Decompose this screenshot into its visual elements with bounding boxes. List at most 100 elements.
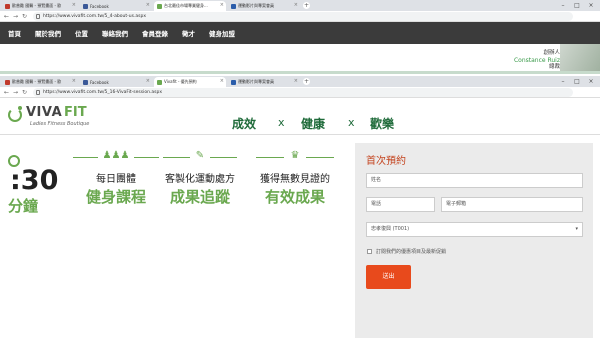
nav-franchise[interactable]: 健身加盟 (209, 28, 235, 38)
founder-title: 創辦人 (543, 50, 560, 56)
browser-tab[interactable]: 運動影片與專案會員 × (228, 1, 300, 11)
founder-photo (560, 44, 600, 74)
close-icon[interactable]: × (294, 78, 298, 84)
close-icon[interactable]: × (72, 2, 76, 8)
trophy-icon: ♛ (284, 150, 306, 164)
email-input[interactable]: 電子郵箱 (441, 197, 583, 212)
feature-2-line1: 客製化運動處方 (165, 174, 235, 185)
nav-contact[interactable]: 聯絡我們 (102, 28, 128, 38)
form-title: 首次預約 (366, 156, 406, 167)
url-field[interactable]: https://www.vivafit.com.tw/5_4-about-us.… (33, 12, 573, 21)
lock-icon (36, 14, 40, 19)
lock-icon (36, 90, 40, 95)
tab-label: 運動影片與專案會員 (238, 3, 274, 8)
submit-button[interactable]: 送出 (366, 265, 411, 289)
top-tab-bar: 歐普勵 國醫 - 預覽畫面 - 歐 × Facebook × 台北最佳市場專業健身.… (0, 0, 600, 11)
browser-tab[interactable]: 歐普勵 國醫 - 預覽畫面 - 歐 × (2, 1, 78, 11)
nav-careers[interactable]: 徵才 (182, 28, 195, 38)
site-nav: 首頁 關於我們 位置 聯絡我們 會員登錄 徵才 健身加盟 (0, 22, 600, 44)
slogan-results: 成效 (232, 117, 257, 131)
bottom-tab-bar: 歐普勵 國醫 - 預覽畫面 - 歐 × Facebook × Vivafit - 優… (0, 76, 600, 87)
slogan-health: 健康 (301, 117, 326, 131)
slogan-joy: 歡樂 (370, 117, 395, 131)
logo-fit[interactable]: FIT (64, 105, 87, 120)
facebook-icon (83, 4, 88, 9)
favicon-icon (157, 4, 162, 9)
slogan-separator: x (348, 116, 355, 129)
favicon-icon (157, 80, 162, 85)
logo-viva[interactable]: VIVA (26, 105, 62, 120)
phone-input[interactable]: 電話 (366, 197, 435, 212)
minimize-icon[interactable]: – (556, 76, 570, 87)
founder-role: 總裁 (548, 64, 560, 70)
tab-label: 歐普勵 國醫 - 預覽畫面 - 歐 (12, 3, 62, 8)
divider (0, 71, 600, 74)
browser-tab[interactable]: 歐普勵 國醫 - 預覽畫面 - 歐 × (2, 77, 78, 87)
tab-label: Facebook (90, 3, 109, 9)
close-window-icon[interactable]: × (584, 0, 598, 11)
browser-tab[interactable]: Facebook × (80, 77, 152, 87)
feature-1-line1: 每日團體 (96, 174, 136, 185)
new-tab-button[interactable]: + (303, 78, 310, 85)
logo-tagline: Ladies Fitness Boutique (30, 121, 90, 127)
logo-dot-icon (18, 106, 22, 110)
favicon-icon (5, 4, 10, 9)
top-address-bar: ← → ↻ https://www.vivafit.com.tw/5_4-abo… (0, 11, 600, 22)
chevron-down-icon: ▾ (575, 226, 578, 232)
nav-about[interactable]: 關於我們 (35, 28, 61, 38)
feature-2-line2: 成果追蹤 (169, 188, 230, 206)
url-field[interactable]: https://www.vivafit.com.tw/5_16-VivaFit-… (33, 88, 573, 97)
close-icon[interactable]: × (220, 78, 224, 84)
back-icon[interactable]: ← (4, 12, 9, 21)
new-tab-button[interactable]: + (303, 2, 310, 9)
founder-info: 創辦人 Constance Ruiz 總裁 (514, 50, 560, 71)
browser-tab-active[interactable]: Vivafit - 優先預約 × (154, 77, 226, 87)
feature-1-line2: 健身課程 (85, 188, 146, 206)
browser-tab[interactable]: Facebook × (80, 1, 152, 11)
url-text: https://www.vivafit.com.tw/5_4-about-us.… (43, 14, 147, 19)
location-select[interactable]: 忠孝復興 (T001) ▾ (366, 222, 583, 237)
close-icon[interactable]: × (294, 2, 298, 8)
feature-3-line1: 獲得無數見證的 (260, 174, 330, 185)
nav-home[interactable]: 首頁 (8, 28, 21, 38)
forward-icon[interactable]: → (13, 12, 18, 21)
tab-label: 台北最佳市場專業健身... (164, 3, 208, 8)
url-text: https://www.vivafit.com.tw/5_16-VivaFit-… (43, 90, 163, 95)
feature-3-line2: 有效成果 (264, 188, 325, 206)
tab-label: 歐普勵 國醫 - 預覽畫面 - 歐 (12, 79, 62, 84)
location-select-value: 忠孝復興 (T001) (371, 226, 410, 232)
founder-name: Constance Ruiz (513, 57, 560, 64)
favicon-icon (5, 80, 10, 85)
maximize-icon[interactable]: □ (570, 0, 584, 11)
reload-icon[interactable]: ↻ (22, 12, 27, 21)
minutes-value: :30 (10, 165, 59, 196)
tab-label: Facebook (90, 79, 109, 85)
forward-icon[interactable]: → (13, 88, 18, 97)
nav-location[interactable]: 位置 (75, 28, 88, 38)
tab-label: 運動影片與專案會員 (238, 79, 274, 84)
minimize-icon[interactable]: – (556, 0, 570, 11)
maximize-icon[interactable]: □ (570, 76, 584, 87)
slogan-separator: x (278, 116, 285, 129)
minutes-unit: 分鐘 (8, 197, 39, 215)
browser-tab-active[interactable]: 台北最佳市場專業健身... × (154, 1, 226, 11)
nav-member-login[interactable]: 會員登錄 (142, 28, 168, 38)
subscribe-label: 訂閱我們的優惠項目及最新促銷 (376, 249, 447, 255)
logo-mark-icon (8, 108, 22, 122)
close-window-icon[interactable]: × (584, 76, 598, 87)
close-icon[interactable]: × (146, 78, 150, 84)
tab-label: Vivafit - 優先預約 (164, 79, 197, 84)
close-icon[interactable]: × (220, 2, 224, 8)
reload-icon[interactable]: ↻ (22, 88, 27, 97)
clipboard-icon: ✎ (190, 150, 210, 164)
people-icon: ♟♟♟ (98, 150, 134, 164)
close-icon[interactable]: × (146, 2, 150, 8)
back-icon[interactable]: ← (4, 88, 9, 97)
bottom-address-bar: ← → ↻ https://www.vivafit.com.tw/5_16-Vi… (0, 87, 600, 98)
favicon-icon (231, 80, 236, 85)
facebook-icon (83, 80, 88, 85)
close-icon[interactable]: × (72, 78, 76, 84)
browser-tab[interactable]: 運動影片與專案會員 × (228, 77, 300, 87)
subscribe-checkbox[interactable] (367, 249, 372, 254)
name-input[interactable]: 姓名 (366, 173, 583, 188)
